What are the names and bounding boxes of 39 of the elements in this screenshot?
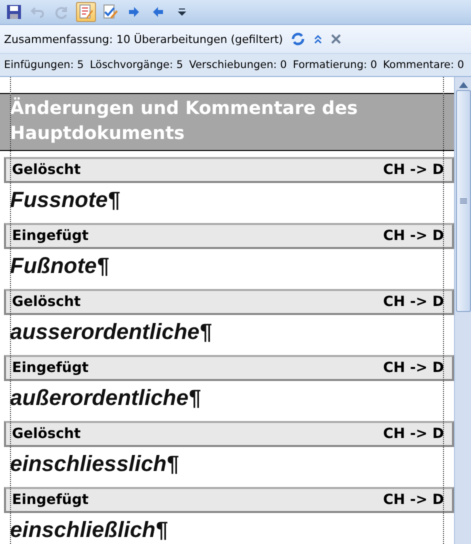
- document-edit-icon: [78, 4, 94, 20]
- scroll-thumb[interactable]: [456, 90, 470, 312]
- revision-text: ausserordentliche¶: [9, 318, 213, 346]
- count-text: Verschiebungen: 0: [189, 59, 287, 71]
- count-text: Kommentare: 0: [383, 59, 464, 71]
- document-check-icon: [102, 4, 118, 20]
- toolbar-button[interactable]: [4, 2, 24, 22]
- save-icon: [6, 4, 22, 20]
- revision-text: einschliesslich¶: [9, 450, 180, 478]
- revision-text: Fußnote¶: [9, 252, 110, 280]
- toolbar-button[interactable]: [76, 2, 96, 22]
- summary-text: Zusammenfassung: 10 Überarbeitungen (gefiltert): [4, 32, 283, 46]
- revision-text: Fussnote¶: [9, 186, 122, 214]
- revision-author: CH -> D: [383, 360, 444, 376]
- revision-author: CH -> D: [383, 492, 444, 508]
- scrollbar[interactable]: [454, 77, 471, 544]
- revision-author: CH -> D: [383, 426, 444, 442]
- count-text: Formatierung: 0: [292, 59, 378, 71]
- scroll-up-icon[interactable]: [458, 82, 468, 88]
- revision-author: CH -> D: [383, 228, 444, 244]
- revision-type: Eingefügt: [12, 360, 89, 376]
- document-heading: Änderungen und Kommentare des Hauptdokuments: [0, 93, 454, 151]
- redo-icon: [54, 4, 70, 20]
- refresh-icon[interactable]: [290, 32, 305, 46]
- revision-type: Eingefügt: [12, 492, 89, 508]
- collapse-icon[interactable]: [312, 34, 323, 44]
- revision-type: Gelöscht: [12, 162, 81, 178]
- arrow-right-icon: [126, 4, 142, 20]
- count-text: Einfügungen: 5: [4, 59, 84, 71]
- revision-text: einschließlich¶: [9, 516, 169, 544]
- revision-author: CH -> D: [383, 294, 444, 310]
- revision-type: Gelöscht: [12, 426, 81, 442]
- revision-text: außerordentliche¶: [9, 384, 202, 412]
- revision-type: Eingefügt: [12, 228, 89, 244]
- revision-author: CH -> D: [383, 162, 444, 178]
- count-text: Löschvorgänge: 5: [90, 59, 184, 71]
- revision-type: Gelöscht: [12, 294, 81, 310]
- grip-icon: [460, 198, 466, 204]
- close-icon[interactable]: [330, 34, 341, 44]
